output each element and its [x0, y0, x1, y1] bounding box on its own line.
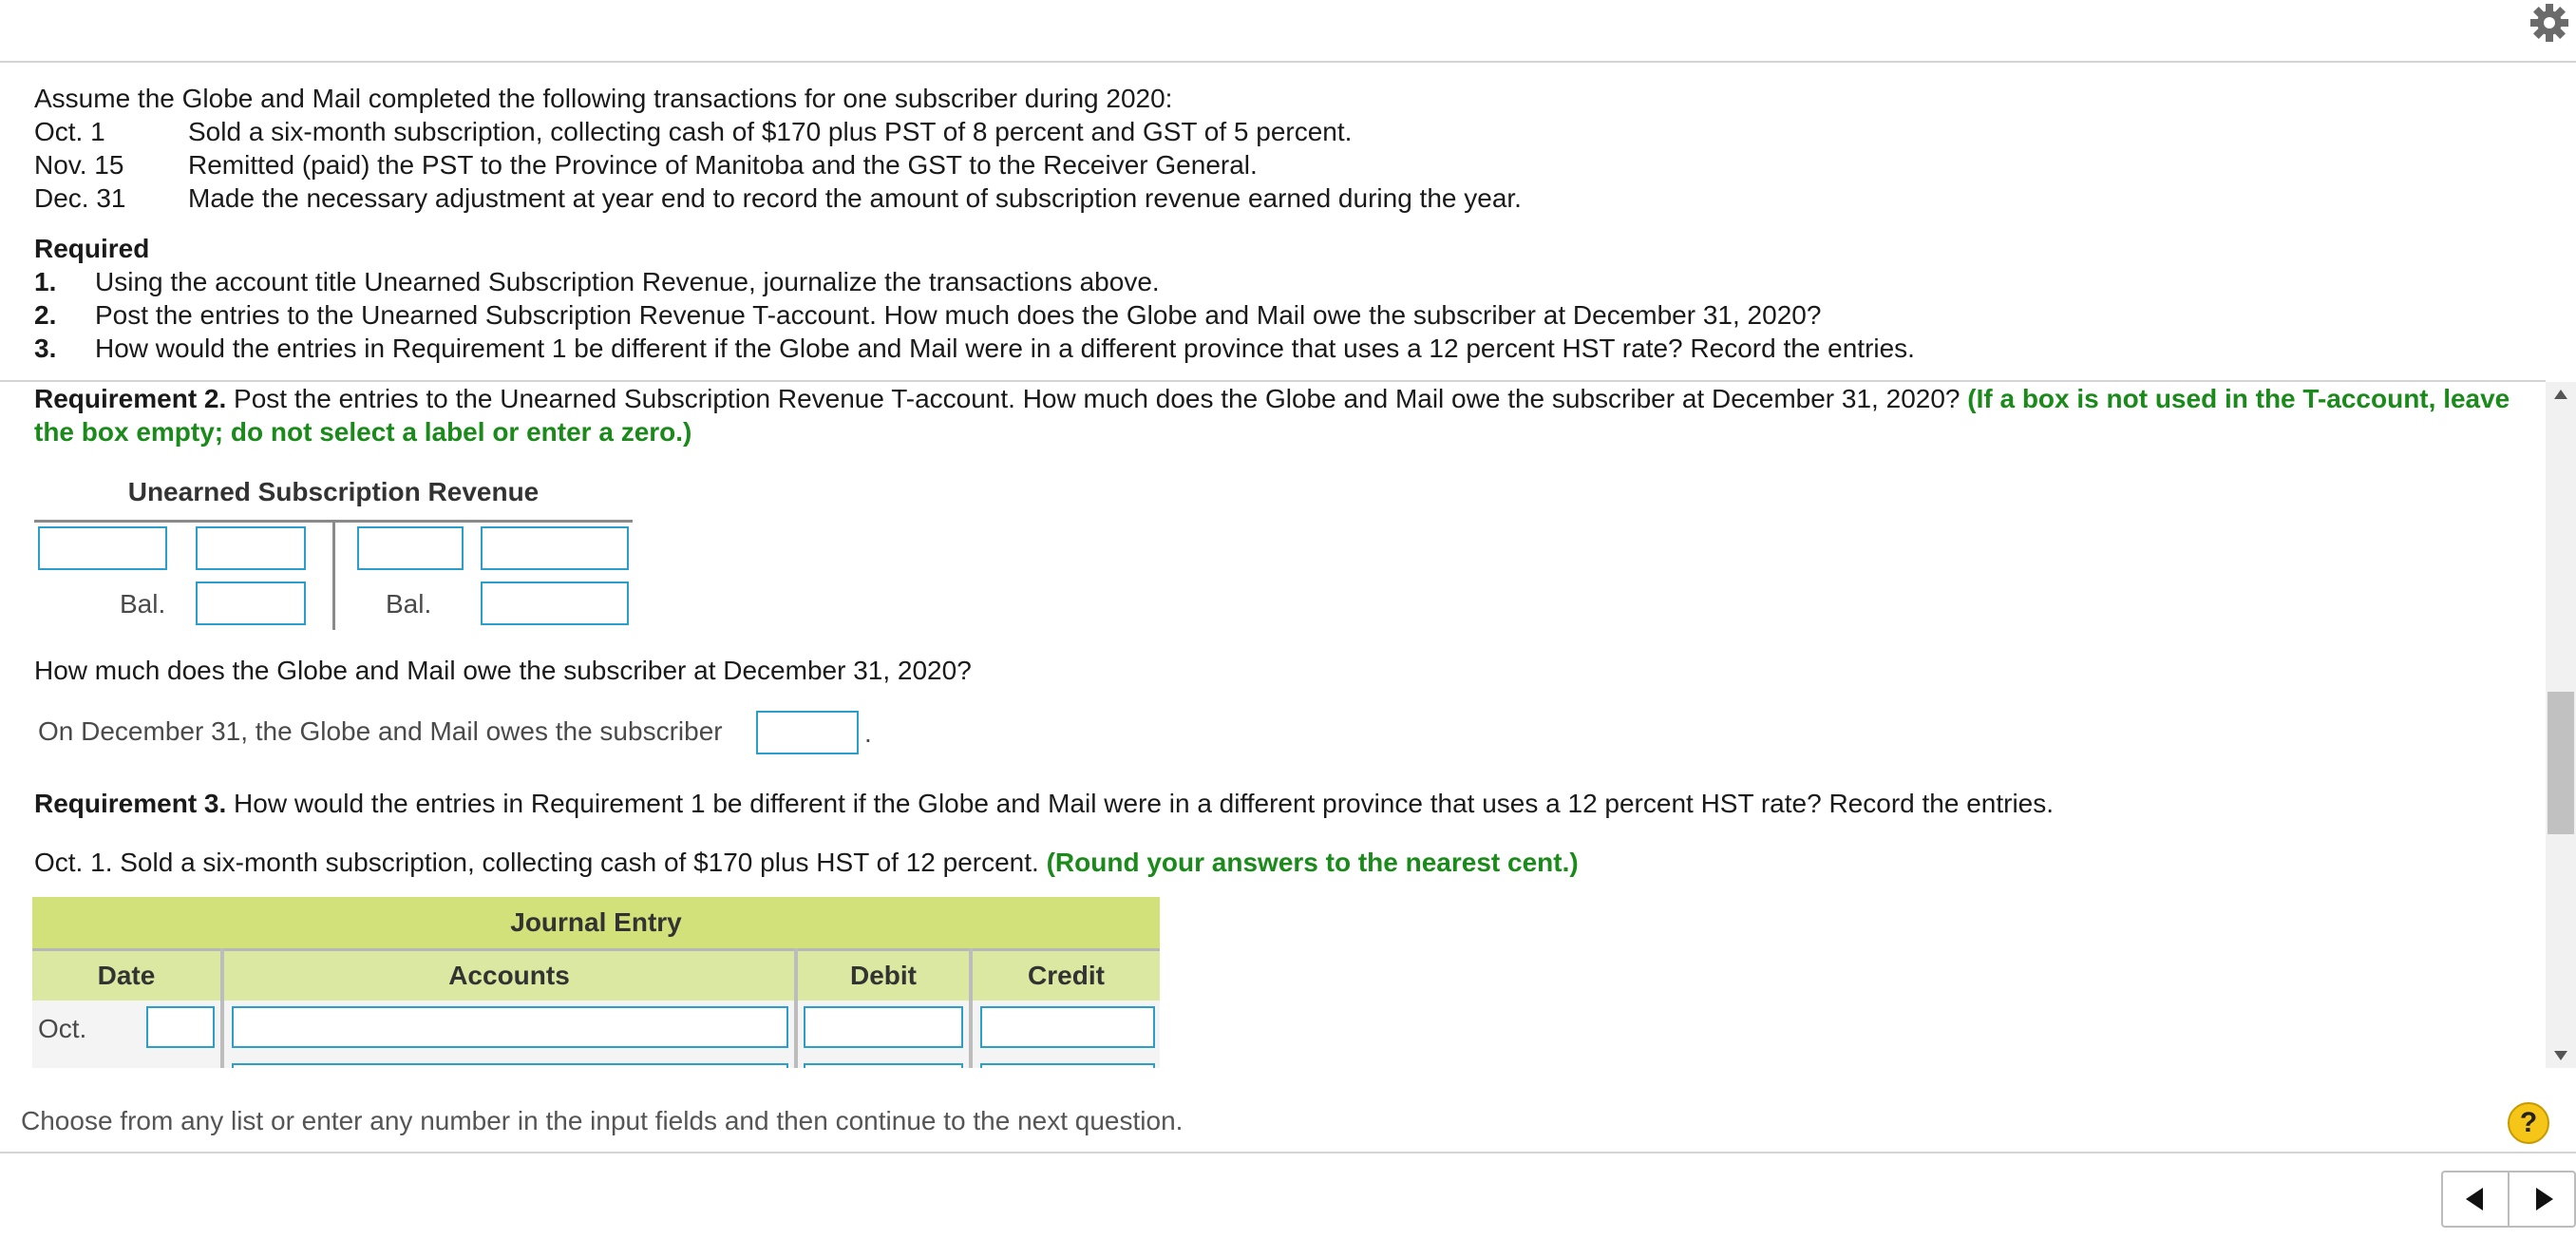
arrow-left-icon [2466, 1188, 2483, 1210]
column-separator [969, 948, 973, 1068]
gear-icon[interactable] [2527, 0, 2572, 46]
journal-entry-table: Journal Entry Date Accounts Debit Credit… [32, 897, 1160, 1068]
requirement-3-prompt: Requirement 3. How would the entries in … [34, 787, 2523, 820]
required-heading: Required [34, 234, 150, 263]
requirement-2-prompt: Requirement 2. Post the entries to the U… [34, 382, 2523, 448]
t-account-title: Unearned Subscription Revenue [127, 477, 540, 506]
journal-debit-input[interactable] [804, 1006, 963, 1048]
t-account-balance-label-right: Bal. [386, 589, 432, 619]
requirement-text: How would the entries in Requirement 1 b… [95, 334, 1915, 363]
journal-day-input[interactable] [146, 1006, 215, 1048]
oct1-text: Oct. 1. Sold a six-month subscription, c… [34, 848, 1047, 877]
question-navigation [2441, 1171, 2576, 1228]
transaction-text: Sold a six-month subscription, collectin… [188, 117, 1353, 146]
owe-answer-prefix: On December 31, the Globe and Mail owes … [38, 716, 723, 746]
requirement-number: 2. [34, 300, 57, 330]
owe-answer-line: On December 31, the Globe and Mail owes … [38, 716, 723, 747]
column-header-date: Date [97, 961, 156, 990]
journal-row [32, 1058, 1160, 1068]
requirement-number: 3. [34, 334, 57, 363]
journal-column-headers: Date Accounts Debit Credit [32, 948, 1160, 1001]
transaction-row: Oct. 1 Sold a six-month subscription, co… [34, 115, 2523, 148]
requirement-item: 2. Post the entries to the Unearned Subs… [34, 298, 2523, 332]
requirement-3-text: How would the entries in Requirement 1 b… [226, 789, 2055, 818]
t-account-balance-label-left: Bal. [120, 589, 166, 619]
transaction-row: Nov. 15 Remitted (paid) the PST to the P… [34, 148, 2523, 181]
journal-row-month: Oct. [38, 1014, 87, 1043]
next-question-button[interactable] [2508, 1172, 2574, 1226]
requirement-2-label: Requirement 2. [34, 384, 227, 413]
problem-intro: Assume the Globe and Mail completed the … [34, 84, 1173, 113]
t-account-credit-amount-input[interactable] [481, 526, 629, 570]
requirement-text: Using the account title Unearned Subscri… [95, 267, 1160, 296]
t-account-debit-balance-input[interactable] [196, 581, 306, 625]
column-header-debit: Debit [850, 961, 917, 990]
requirement-2-text: Post the entries to the Unearned Subscri… [226, 384, 1968, 413]
t-account-vertical-line [332, 520, 335, 630]
scroll-down-arrow-icon[interactable] [2554, 1051, 2567, 1060]
requirement-item: 1. Using the account title Unearned Subs… [34, 265, 2523, 298]
footer-instruction: Choose from any list or enter any number… [21, 1106, 1184, 1135]
transaction-date: Dec. 31 [34, 183, 126, 213]
answer-scroll-area[interactable]: Requirement 2. Post the entries to the U… [0, 382, 2546, 1068]
owe-amount-input[interactable] [756, 711, 859, 754]
journal-account-input[interactable] [232, 1063, 788, 1068]
transaction-date: Nov. 15 [34, 150, 124, 180]
scroll-up-arrow-icon[interactable] [2554, 390, 2567, 399]
transaction-row: Dec. 31 Made the necessary adjustment at… [34, 181, 2523, 215]
transaction-date: Oct. 1 [34, 117, 105, 146]
column-separator [220, 948, 224, 1068]
owe-question: How much does the Globe and Mail owe the… [34, 656, 972, 685]
transaction-text: Remitted (paid) the PST to the Province … [188, 150, 1258, 180]
transaction-text: Made the necessary adjustment at year en… [188, 183, 1522, 213]
owe-answer-suffix: . [864, 718, 872, 748]
requirement-item: 3. How would the entries in Requirement … [34, 332, 2523, 365]
requirement-3-label: Requirement 3. [34, 789, 227, 818]
journal-credit-input[interactable] [980, 1063, 1155, 1068]
top-divider [0, 61, 2576, 63]
journal-row: Oct. [32, 1001, 1160, 1058]
journal-account-input[interactable] [232, 1006, 788, 1048]
journal-credit-input[interactable] [980, 1006, 1155, 1048]
journal-debit-input[interactable] [804, 1063, 963, 1068]
footer-divider [0, 1152, 2576, 1153]
column-header-accounts: Accounts [448, 961, 570, 990]
t-account-credit-balance-input[interactable] [481, 581, 629, 625]
help-icon[interactable]: ? [2508, 1102, 2549, 1144]
requirement-text: Post the entries to the Unearned Subscri… [95, 300, 1822, 330]
requirement-number: 1. [34, 267, 57, 296]
column-separator [794, 948, 798, 1068]
t-account-debit-label-input[interactable] [38, 526, 167, 570]
t-account-debit-amount-input[interactable] [196, 526, 306, 570]
journal-entry-title: Journal Entry [32, 897, 1160, 948]
t-account-credit-label-input[interactable] [357, 526, 464, 570]
column-header-credit: Credit [1028, 961, 1105, 990]
scrollbar-thumb[interactable] [2548, 692, 2574, 834]
problem-statement: Assume the Globe and Mail completed the … [34, 82, 2523, 365]
arrow-right-icon [2536, 1188, 2553, 1210]
previous-question-button[interactable] [2443, 1172, 2508, 1226]
vertical-scrollbar[interactable] [2546, 382, 2576, 1068]
oct1-prompt: Oct. 1. Sold a six-month subscription, c… [34, 846, 2523, 879]
oct1-note: (Round your answers to the nearest cent.… [1046, 848, 1579, 877]
